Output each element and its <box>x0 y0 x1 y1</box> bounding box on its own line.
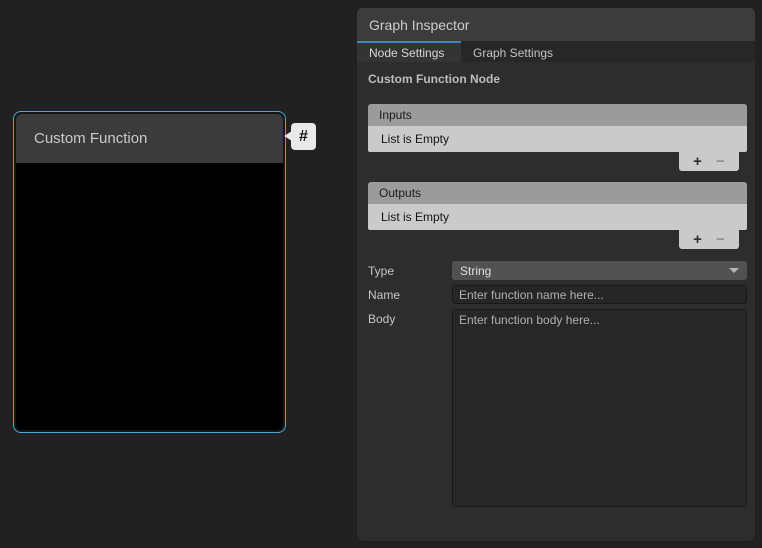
outputs-list-buttons: + − <box>679 230 739 249</box>
inputs-list-title: Inputs <box>379 108 412 122</box>
badge-tail <box>284 131 292 141</box>
tab-node-settings-label: Node Settings <box>369 46 444 60</box>
node-container: Custom Function <box>16 114 283 430</box>
inputs-empty-row: List is Empty <box>368 126 747 152</box>
outputs-list-header: Outputs <box>368 182 747 204</box>
outputs-remove-button[interactable]: − <box>716 232 725 247</box>
name-label: Name <box>368 285 452 304</box>
type-label: Type <box>368 261 452 280</box>
hash-badge-icon[interactable]: # <box>291 123 316 150</box>
node-settings-content: Custom Function Node Inputs List is Empt… <box>357 62 755 541</box>
tab-node-settings[interactable]: Node Settings <box>357 41 461 62</box>
outputs-list: Outputs List is Empty + − <box>368 182 747 251</box>
function-body-textarea[interactable] <box>452 309 747 507</box>
tab-graph-settings[interactable]: Graph Settings <box>461 41 565 62</box>
panel-title: Graph Inspector <box>369 17 469 33</box>
outputs-empty-label: List is Empty <box>381 210 449 224</box>
graph-inspector-panel: Graph Inspector Node Settings Graph Sett… <box>357 8 755 541</box>
node-preview-body <box>16 163 283 430</box>
inputs-remove-button[interactable]: − <box>716 154 725 169</box>
inputs-add-button[interactable]: + <box>693 154 702 169</box>
type-dropdown[interactable]: String <box>452 261 747 280</box>
node-title: Custom Function <box>34 130 147 147</box>
type-dropdown-value: String <box>460 264 491 278</box>
inputs-empty-label: List is Empty <box>381 132 449 146</box>
node-settings-heading: Custom Function Node <box>368 72 747 86</box>
body-row: Body <box>368 309 747 510</box>
inputs-list: Inputs List is Empty + − <box>368 104 747 173</box>
outputs-list-title: Outputs <box>379 186 421 200</box>
function-name-input[interactable] <box>452 285 747 304</box>
custom-function-node[interactable]: Custom Function <box>13 111 286 433</box>
inputs-list-header: Inputs <box>368 104 747 126</box>
inspector-tab-bar: Node Settings Graph Settings <box>357 41 755 62</box>
panel-title-bar[interactable]: Graph Inspector <box>357 8 755 41</box>
hash-badge-label: # <box>299 128 308 146</box>
function-form: Type String Name Body <box>368 261 747 510</box>
inputs-list-footer: + − <box>368 152 747 173</box>
name-row: Name <box>368 285 747 304</box>
type-row: Type String <box>368 261 747 280</box>
inputs-list-buttons: + − <box>679 152 739 171</box>
tab-graph-settings-label: Graph Settings <box>473 46 553 60</box>
outputs-empty-row: List is Empty <box>368 204 747 230</box>
outputs-list-footer: + − <box>368 230 747 251</box>
body-label: Body <box>368 309 452 510</box>
node-header[interactable]: Custom Function <box>16 114 283 163</box>
outputs-add-button[interactable]: + <box>693 232 702 247</box>
chevron-down-icon <box>729 268 739 273</box>
